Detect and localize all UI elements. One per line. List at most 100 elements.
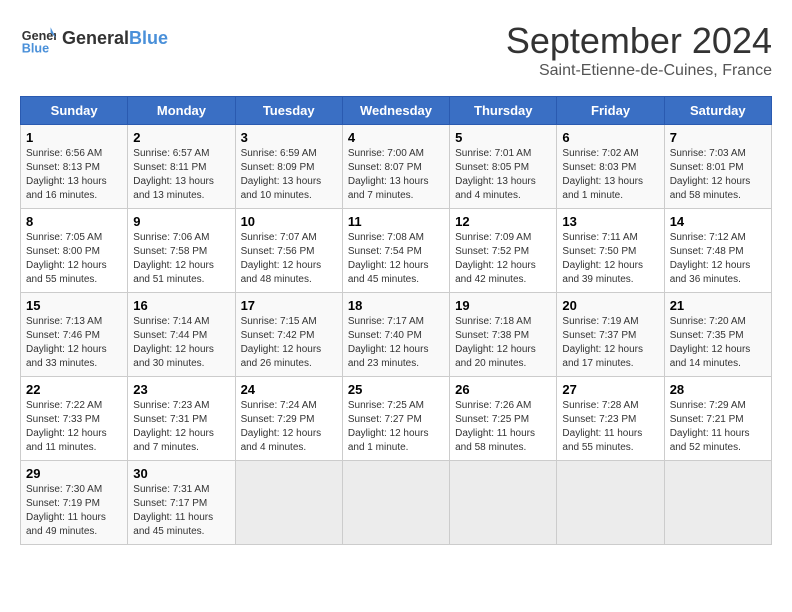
- calendar-day-cell: 17 Sunrise: 7:15 AM Sunset: 7:42 PM Dayli…: [235, 293, 342, 377]
- calendar-day-cell: 5 Sunrise: 7:01 AM Sunset: 8:05 PM Daylig…: [450, 125, 557, 209]
- calendar-week-row: 29 Sunrise: 7:30 AM Sunset: 7:19 PM Dayli…: [21, 461, 772, 545]
- calendar-day-cell: 9 Sunrise: 7:06 AM Sunset: 7:58 PM Daylig…: [128, 209, 235, 293]
- calendar-day-cell: 13Sunrise: 7:11 AM Sunset: 7:50 PM Dayli…: [557, 209, 664, 293]
- day-number: 8: [26, 214, 122, 229]
- calendar-day-cell: 30 Sunrise: 7:31 AM Sunset: 7:17 PM Dayli…: [128, 461, 235, 545]
- day-info: Sunrise: 7:24 AM Sunset: 7:29 PM Dayligh…: [241, 399, 337, 455]
- logo: General Blue General Blue: [20, 20, 168, 56]
- page-subtitle: Saint-Etienne-de-Cuines, France: [506, 62, 772, 80]
- day-info: Sunrise: 7:25 AM Sunset: 7:27 PM Dayligh…: [348, 399, 444, 455]
- day-number: 3: [241, 130, 337, 145]
- day-number: 15: [26, 298, 122, 313]
- calendar-day-cell: 18 Sunrise: 7:17 AM Sunset: 7:40 PM Dayli…: [342, 293, 449, 377]
- day-info: Sunrise: 7:28 AM Sunset: 7:23 PM Dayligh…: [562, 399, 658, 455]
- weekday-header: Tuesday: [235, 97, 342, 125]
- day-number: 30: [133, 466, 229, 481]
- logo-general-text: General: [62, 28, 129, 49]
- calendar-day-cell: 19 Sunrise: 7:18 AM Sunset: 7:38 PM Dayli…: [450, 293, 557, 377]
- calendar-day-cell: [664, 461, 771, 545]
- logo-blue-text: Blue: [129, 28, 168, 49]
- title-section: September 2024 Saint-Etienne-de-Cuines, …: [506, 20, 772, 80]
- calendar-day-cell: 25Sunrise: 7:25 AM Sunset: 7:27 PM Dayli…: [342, 377, 449, 461]
- day-info: Sunrise: 7:19 AM Sunset: 7:37 PM Dayligh…: [562, 315, 658, 371]
- day-number: 28: [670, 382, 766, 397]
- calendar-day-cell: 12 Sunrise: 7:09 AM Sunset: 7:52 PM Dayli…: [450, 209, 557, 293]
- day-info: Sunrise: 7:30 AM Sunset: 7:19 PM Dayligh…: [26, 483, 122, 539]
- day-info: Sunrise: 7:09 AM Sunset: 7:52 PM Dayligh…: [455, 231, 551, 287]
- calendar-table: SundayMondayTuesdayWednesdayThursdayFrid…: [20, 96, 772, 545]
- calendar-day-cell: 22Sunrise: 7:22 AM Sunset: 7:33 PM Dayli…: [21, 377, 128, 461]
- calendar-day-cell: [450, 461, 557, 545]
- calendar-day-cell: [342, 461, 449, 545]
- calendar-header-row: SundayMondayTuesdayWednesdayThursdayFrid…: [21, 97, 772, 125]
- day-info: Sunrise: 7:15 AM Sunset: 7:42 PM Dayligh…: [241, 315, 337, 371]
- weekday-header: Saturday: [664, 97, 771, 125]
- calendar-day-cell: 15 Sunrise: 7:13 AM Sunset: 7:46 PM Dayli…: [21, 293, 128, 377]
- day-number: 5: [455, 130, 551, 145]
- calendar-day-cell: 7Sunrise: 7:03 AM Sunset: 8:01 PM Daylig…: [664, 125, 771, 209]
- day-number: 16: [133, 298, 229, 313]
- day-number: 7: [670, 130, 766, 145]
- day-info: Sunrise: 7:13 AM Sunset: 7:46 PM Dayligh…: [26, 315, 122, 371]
- day-number: 27: [562, 382, 658, 397]
- calendar-day-cell: 10Sunrise: 7:07 AM Sunset: 7:56 PM Dayli…: [235, 209, 342, 293]
- day-info: Sunrise: 7:12 AM Sunset: 7:48 PM Dayligh…: [670, 231, 766, 287]
- calendar-day-cell: 23Sunrise: 7:23 AM Sunset: 7:31 PM Dayli…: [128, 377, 235, 461]
- calendar-day-cell: 20Sunrise: 7:19 AM Sunset: 7:37 PM Dayli…: [557, 293, 664, 377]
- weekday-header: Monday: [128, 97, 235, 125]
- calendar-day-cell: 16Sunrise: 7:14 AM Sunset: 7:44 PM Dayli…: [128, 293, 235, 377]
- weekday-header: Thursday: [450, 97, 557, 125]
- day-number: 1: [26, 130, 122, 145]
- day-info: Sunrise: 7:01 AM Sunset: 8:05 PM Dayligh…: [455, 147, 551, 203]
- calendar-day-cell: 29 Sunrise: 7:30 AM Sunset: 7:19 PM Dayli…: [21, 461, 128, 545]
- day-number: 4: [348, 130, 444, 145]
- day-info: Sunrise: 7:20 AM Sunset: 7:35 PM Dayligh…: [670, 315, 766, 371]
- page-title: September 2024: [506, 20, 772, 62]
- day-info: Sunrise: 7:00 AM Sunset: 8:07 PM Dayligh…: [348, 147, 444, 203]
- day-info: Sunrise: 6:59 AM Sunset: 8:09 PM Dayligh…: [241, 147, 337, 203]
- day-number: 24: [241, 382, 337, 397]
- day-number: 14: [670, 214, 766, 229]
- calendar-day-cell: 1 Sunrise: 6:56 AM Sunset: 8:13 PM Daylig…: [21, 125, 128, 209]
- day-info: Sunrise: 7:02 AM Sunset: 8:03 PM Dayligh…: [562, 147, 658, 203]
- calendar-day-cell: 14 Sunrise: 7:12 AM Sunset: 7:48 PM Dayli…: [664, 209, 771, 293]
- day-number: 11: [348, 214, 444, 229]
- calendar-day-cell: 4 Sunrise: 7:00 AM Sunset: 8:07 PM Daylig…: [342, 125, 449, 209]
- day-number: 29: [26, 466, 122, 481]
- day-info: Sunrise: 7:06 AM Sunset: 7:58 PM Dayligh…: [133, 231, 229, 287]
- page-header: General Blue General Blue September 2024…: [20, 20, 772, 80]
- day-number: 18: [348, 298, 444, 313]
- weekday-header: Friday: [557, 97, 664, 125]
- day-info: Sunrise: 6:56 AM Sunset: 8:13 PM Dayligh…: [26, 147, 122, 203]
- day-number: 10: [241, 214, 337, 229]
- day-number: 12: [455, 214, 551, 229]
- calendar-day-cell: [557, 461, 664, 545]
- day-number: 2: [133, 130, 229, 145]
- day-info: Sunrise: 7:26 AM Sunset: 7:25 PM Dayligh…: [455, 399, 551, 455]
- day-info: Sunrise: 7:05 AM Sunset: 8:00 PM Dayligh…: [26, 231, 122, 287]
- day-number: 9: [133, 214, 229, 229]
- day-info: Sunrise: 7:29 AM Sunset: 7:21 PM Dayligh…: [670, 399, 766, 455]
- calendar-week-row: 15 Sunrise: 7:13 AM Sunset: 7:46 PM Dayli…: [21, 293, 772, 377]
- day-number: 17: [241, 298, 337, 313]
- logo-icon: General Blue: [20, 20, 56, 56]
- calendar-week-row: 22Sunrise: 7:22 AM Sunset: 7:33 PM Dayli…: [21, 377, 772, 461]
- day-number: 6: [562, 130, 658, 145]
- day-number: 21: [670, 298, 766, 313]
- calendar-day-cell: 11 Sunrise: 7:08 AM Sunset: 7:54 PM Dayli…: [342, 209, 449, 293]
- calendar-day-cell: [235, 461, 342, 545]
- day-info: Sunrise: 7:18 AM Sunset: 7:38 PM Dayligh…: [455, 315, 551, 371]
- svg-text:Blue: Blue: [22, 41, 49, 55]
- calendar-day-cell: 21 Sunrise: 7:20 AM Sunset: 7:35 PM Dayli…: [664, 293, 771, 377]
- day-info: Sunrise: 6:57 AM Sunset: 8:11 PM Dayligh…: [133, 147, 229, 203]
- calendar-day-cell: 24 Sunrise: 7:24 AM Sunset: 7:29 PM Dayli…: [235, 377, 342, 461]
- calendar-day-cell: 28 Sunrise: 7:29 AM Sunset: 7:21 PM Dayli…: [664, 377, 771, 461]
- day-info: Sunrise: 7:31 AM Sunset: 7:17 PM Dayligh…: [133, 483, 229, 539]
- day-info: Sunrise: 7:17 AM Sunset: 7:40 PM Dayligh…: [348, 315, 444, 371]
- day-number: 22: [26, 382, 122, 397]
- day-number: 19: [455, 298, 551, 313]
- day-info: Sunrise: 7:08 AM Sunset: 7:54 PM Dayligh…: [348, 231, 444, 287]
- calendar-day-cell: 26Sunrise: 7:26 AM Sunset: 7:25 PM Dayli…: [450, 377, 557, 461]
- calendar-day-cell: 27 Sunrise: 7:28 AM Sunset: 7:23 PM Dayli…: [557, 377, 664, 461]
- calendar-week-row: 8 Sunrise: 7:05 AM Sunset: 8:00 PM Daylig…: [21, 209, 772, 293]
